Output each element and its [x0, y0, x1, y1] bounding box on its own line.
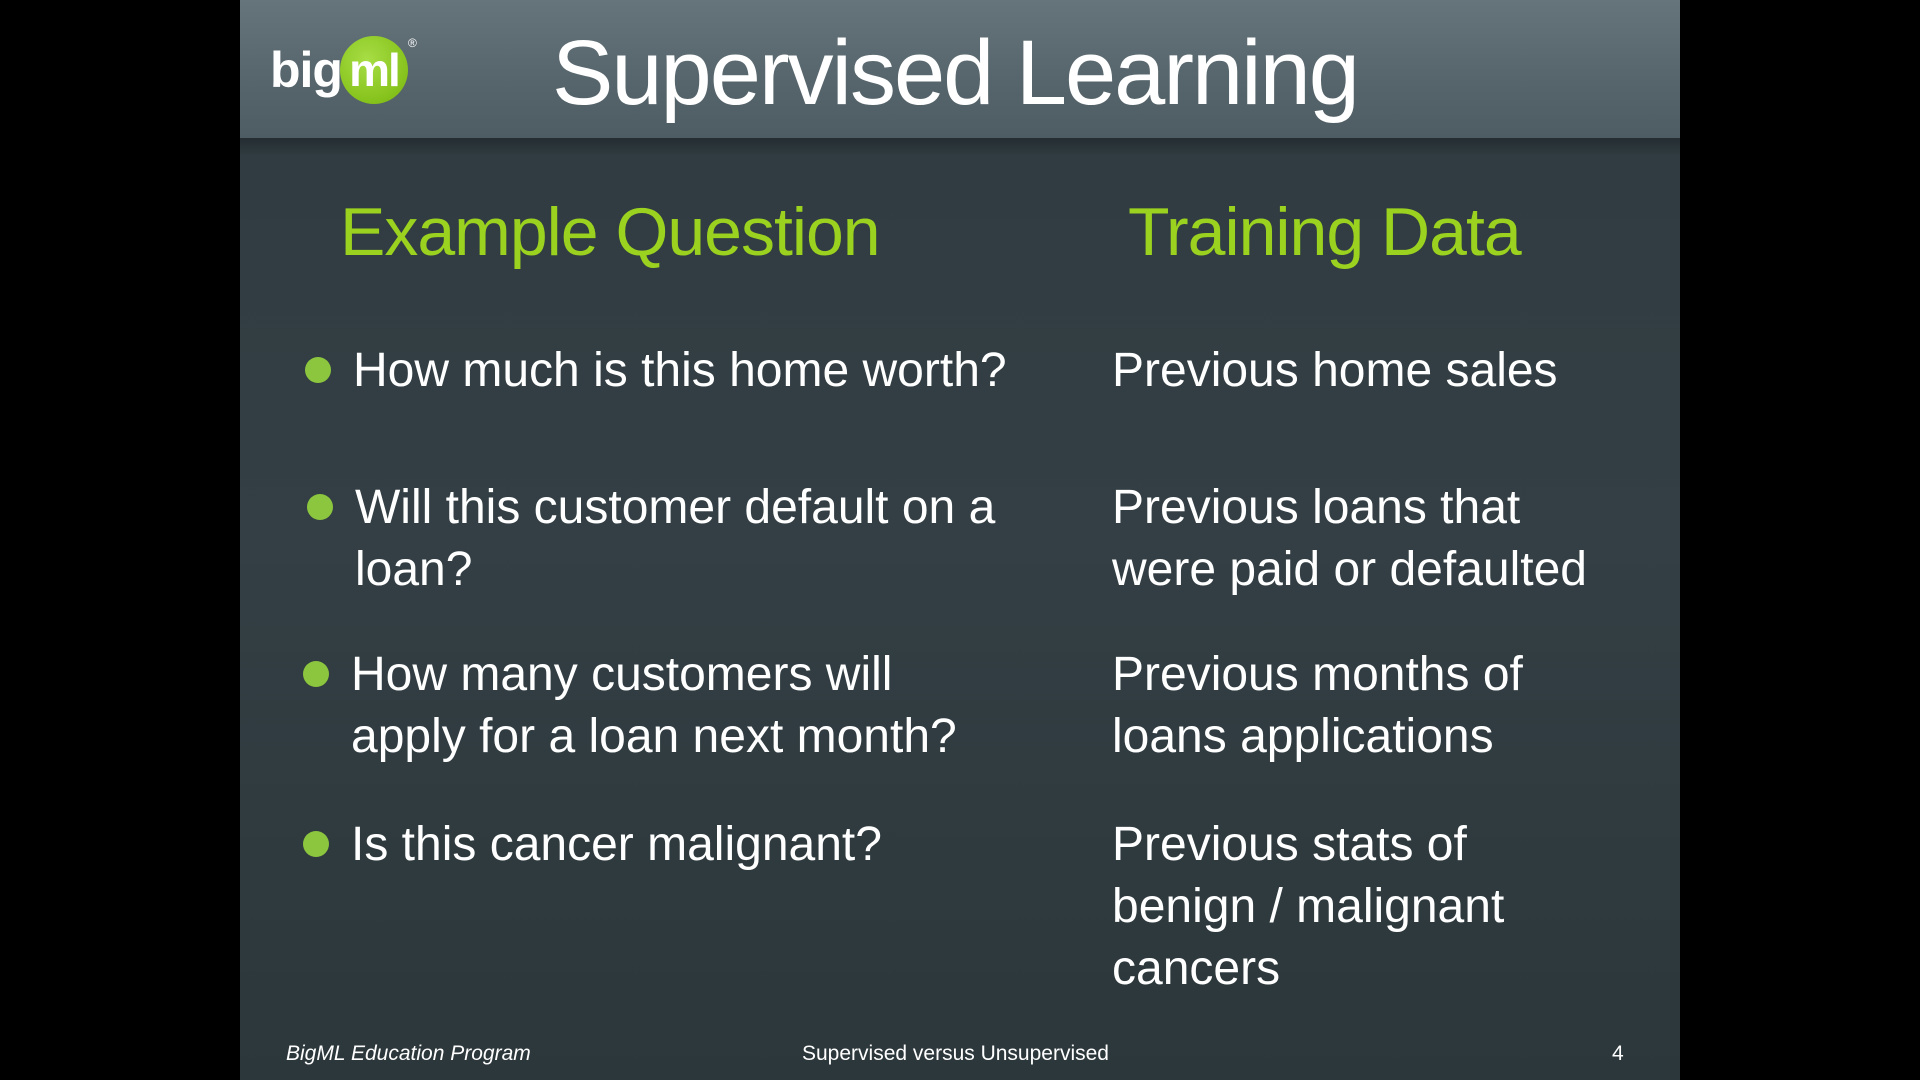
footer-page-number: 4: [1612, 1042, 1624, 1065]
footer-section-title: Supervised versus Unsupervised: [802, 1042, 1109, 1065]
slide-title: Supervised Learning: [552, 22, 1360, 124]
training-data-text: Previous months of loans applications: [1112, 648, 1523, 763]
column-heading-training-data: Training Data: [1128, 194, 1522, 270]
training-data-text: Previous loans that were paid or default…: [1112, 481, 1587, 596]
slide: big ml ® Supervised Learning Example Que…: [240, 0, 1680, 1080]
logo-text-big: big: [270, 42, 343, 98]
question-text: Will this customer default on a loan?: [355, 481, 996, 596]
slide-header: big ml ® Supervised Learning: [240, 0, 1680, 138]
training-data-text: Previous stats of benign / malignant can…: [1112, 818, 1505, 995]
bullet-icon: [307, 494, 333, 520]
training-data-text: Previous home sales: [1112, 344, 1558, 397]
column-heading-example-question: Example Question: [340, 194, 881, 270]
question-text: Is this cancer malignant?: [351, 818, 882, 871]
bullet-icon: [303, 661, 329, 687]
question-text: How many customers will apply for a loan…: [351, 648, 957, 763]
bullet-icon: [305, 357, 331, 383]
bullet-icon: [303, 831, 329, 857]
logo-registered-mark: ®: [407, 36, 417, 50]
logo-ml-circle: ml: [339, 36, 408, 104]
question-text: How much is this home worth?: [353, 344, 1007, 397]
header-shadow: [240, 138, 1680, 156]
footer-program-name: BigML Education Program: [286, 1042, 531, 1065]
bigml-logo: big ml ®: [270, 34, 417, 106]
